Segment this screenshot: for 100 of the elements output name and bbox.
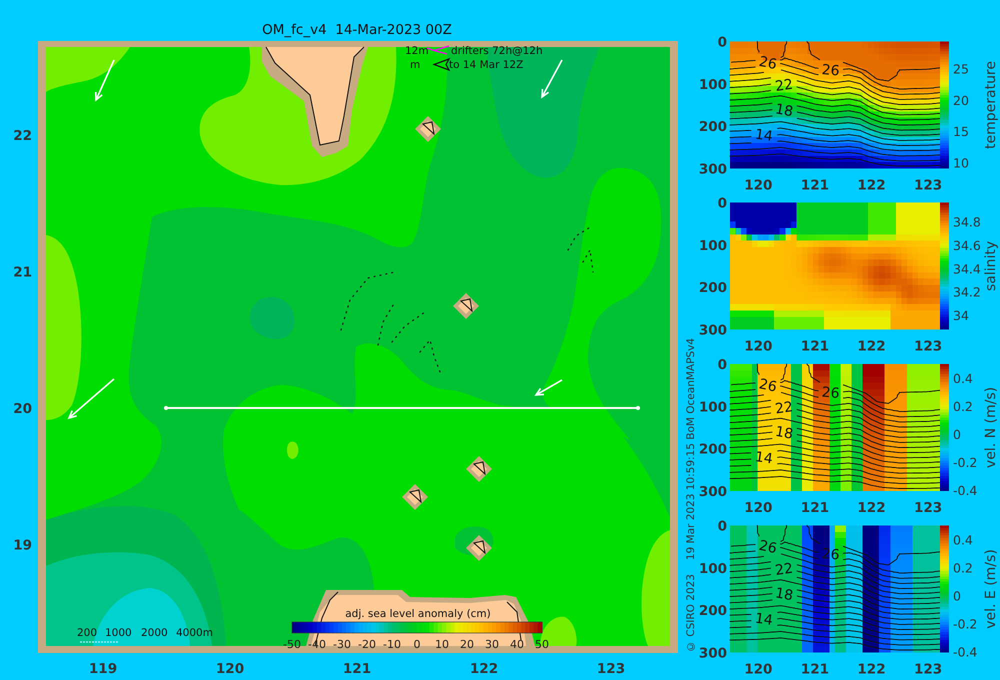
- axis-tick-label: 20: [13, 401, 32, 417]
- axis-tick-label: 300: [698, 646, 727, 662]
- contour-label: 14: [754, 449, 774, 468]
- credit-text: © CSIRO 2023: [686, 574, 697, 652]
- colorbar-tick-label: 34.4: [953, 261, 981, 276]
- axis-tick-label: 123: [914, 338, 942, 354]
- axis-tick-label: 0: [718, 357, 727, 373]
- axis-tick-label: 200: [698, 119, 727, 136]
- credit-text: 19 Mar 2023 10:59:15 BoM OceanMAPSv4: [686, 338, 697, 560]
- axis-tick-label: 122: [470, 661, 498, 677]
- axis-tick-label: 100: [698, 399, 727, 416]
- colorbar-label: temperature: [983, 61, 999, 149]
- colorbar-tick-label: 20: [953, 92, 969, 108]
- axis-tick-label: 120: [216, 661, 244, 677]
- colorbar-label: vel. E (m/s): [983, 549, 999, 629]
- island: [466, 456, 492, 482]
- colorbar-tick-label: 10: [953, 155, 969, 170]
- track-icon: [426, 45, 450, 55]
- colorbar-tick-label: 0: [414, 638, 420, 651]
- island: [466, 535, 492, 561]
- colorbar-tick-label: -40: [308, 638, 326, 651]
- colorbar-tick-label: 34.6: [953, 238, 981, 253]
- contour-label: 22: [774, 76, 794, 95]
- axis-tick-label: 100: [698, 560, 727, 577]
- current-arrow: [68, 378, 115, 420]
- island: [453, 293, 479, 319]
- axis-tick-label: 119: [88, 661, 118, 677]
- axis-tick-label: 0: [718, 518, 727, 534]
- colorbar-tick-label: 34.8: [953, 214, 981, 230]
- legend-depth: m: [410, 59, 420, 71]
- depth-legend-label: 200: [77, 627, 98, 639]
- depth-legend-label: 1000: [105, 627, 132, 639]
- contour-label: 18: [774, 101, 794, 120]
- colorbar-tick-label: -0.2: [953, 616, 978, 632]
- colorbar-tick-label: -30: [333, 638, 351, 651]
- axis-tick-label: 122: [857, 500, 886, 516]
- colorbar-tick-label: 0.2: [953, 399, 973, 414]
- legend-line: [80, 641, 118, 643]
- axis-tick-label: 121: [800, 178, 829, 194]
- axis-tick-label: 22: [13, 128, 32, 144]
- colorbar-label: salinity: [983, 240, 999, 292]
- current-arrow: [534, 379, 562, 396]
- axis-tick-label: 122: [857, 662, 886, 678]
- colorbar-tick-label: -20: [358, 638, 376, 651]
- axis-tick-label: 120: [744, 662, 772, 678]
- axis-tick-label: 120: [744, 178, 772, 194]
- axis-tick-label: 19: [13, 538, 32, 554]
- contour-label: 26: [821, 546, 840, 564]
- contour-label: 22: [774, 399, 794, 418]
- legend-text: to 14 Mar 12Z: [449, 59, 524, 71]
- axis-tick-label: 0: [718, 196, 727, 212]
- axis-tick-label: 200: [698, 442, 727, 458]
- colorbar-tick-label: 0.4: [953, 532, 973, 548]
- depth-legend-label: 2000: [141, 627, 168, 639]
- colorbar-tick-label: 20: [460, 638, 474, 651]
- depth-legend-label: 4000m: [176, 627, 213, 639]
- colorbar-tick-label: -10: [383, 638, 401, 651]
- current-arrow: [541, 60, 563, 99]
- axis-tick-label: 121: [342, 661, 372, 677]
- axis-tick-label: 122: [857, 338, 886, 354]
- axis-tick-label: 0: [718, 34, 727, 50]
- contour-label: 26: [757, 376, 778, 396]
- axis-tick-label: 200: [698, 603, 727, 620]
- chevron-icon: [432, 58, 450, 72]
- axis-tick-label: 123: [914, 662, 942, 678]
- colorbar-tick-label: 10: [435, 638, 449, 651]
- colorbar-tick-label: 0.2: [953, 560, 973, 576]
- island: [415, 116, 441, 142]
- colorbar-tick-label: -0.4: [953, 644, 978, 660]
- colorbar-label: vel. N (m/s): [983, 386, 999, 468]
- axis-tick-label: 121: [800, 662, 829, 678]
- contour-label: 26: [821, 384, 840, 402]
- colorbar-tick-label: 0.4: [953, 371, 973, 386]
- axis-tick-label: 300: [698, 162, 727, 178]
- axis-tick-label: 200: [698, 280, 727, 296]
- colorbar-tick-label: 34.2: [953, 284, 981, 300]
- contour-label: 26: [757, 538, 778, 558]
- axis-tick-label: 100: [698, 76, 727, 93]
- colorbar-tick-label: 30: [485, 638, 499, 651]
- axis-tick-label: 120: [744, 338, 772, 354]
- colorbar-tick-label: 50: [535, 638, 549, 651]
- axis-tick-label: 121: [800, 338, 829, 354]
- legend-text: drifters 72h@12h: [451, 45, 543, 57]
- contour-label: 26: [821, 62, 840, 80]
- axis-tick-label: 120: [744, 500, 772, 516]
- colorbar-tick-label: 15: [953, 124, 969, 140]
- contour-label: 14: [754, 126, 774, 145]
- current-arrow: [95, 60, 115, 102]
- plot-title: OM_fc_v4 14-Mar-2023 00Z: [262, 22, 452, 38]
- axis-tick-label: 123: [914, 500, 942, 516]
- axis-tick-label: 123: [596, 661, 626, 677]
- contour-label: 18: [774, 585, 794, 604]
- axis-tick-label: 123: [914, 178, 942, 194]
- axis-tick-label: 21: [13, 264, 32, 280]
- contour-label: 18: [774, 424, 794, 443]
- island: [402, 484, 428, 510]
- axis-tick-label: 121: [800, 500, 829, 516]
- colorbar-tick-label: 0: [953, 427, 961, 442]
- colorbar-label: adj. sea level anomaly (cm): [345, 608, 491, 620]
- colorbar-tick-label: 0: [953, 588, 961, 604]
